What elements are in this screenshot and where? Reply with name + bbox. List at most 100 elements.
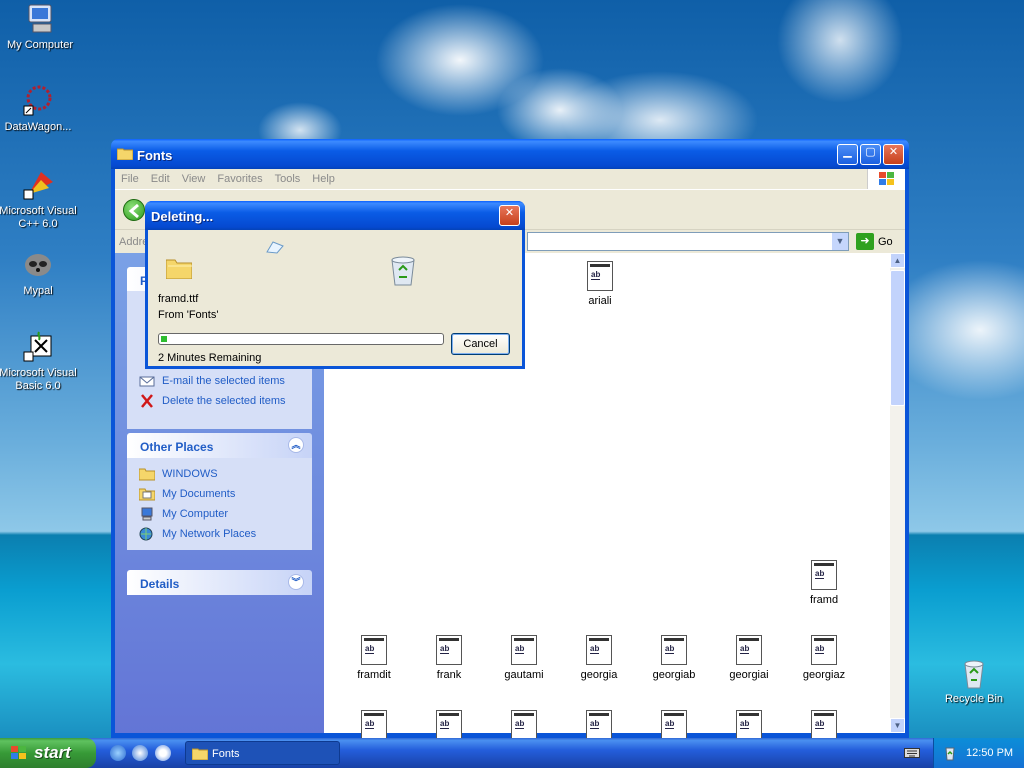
windows-logo-icon bbox=[867, 169, 905, 189]
scroll-down-button[interactable]: ▼ bbox=[890, 718, 905, 733]
menu-file[interactable]: File bbox=[115, 169, 145, 185]
file-item[interactable]: georgia bbox=[569, 635, 629, 681]
file-name: frank bbox=[436, 669, 462, 681]
file-name: georgiaz bbox=[802, 669, 846, 681]
email-icon[interactable] bbox=[132, 745, 148, 761]
font-file-icon bbox=[361, 635, 387, 665]
menu-edit[interactable]: Edit bbox=[145, 169, 176, 185]
font-file-icon bbox=[587, 261, 613, 291]
place-label: My Network Places bbox=[162, 528, 257, 540]
menu-bar: File Edit View Favorites Tools Help bbox=[115, 169, 905, 189]
file-item[interactable]: ariali bbox=[570, 261, 630, 307]
maximize-button[interactable]: ▢ bbox=[860, 144, 881, 165]
window-titlebar[interactable]: Fonts ▁ ▢ ✕ bbox=[111, 139, 909, 169]
datawagon-icon bbox=[21, 84, 55, 118]
file-item[interactable]: gautami bbox=[494, 635, 554, 681]
place-my-computer[interactable]: My Computer bbox=[139, 504, 312, 524]
taskbar-item-fonts[interactable]: Fonts bbox=[185, 741, 340, 765]
place-windows[interactable]: WINDOWS bbox=[138, 464, 312, 484]
maximize-icon: ▢ bbox=[865, 146, 876, 158]
desktop-icon-label: Microsoft Visual Basic 6.0 bbox=[0, 367, 77, 392]
source-folder-icon bbox=[165, 257, 193, 280]
file-item[interactable]: framdit bbox=[344, 635, 404, 681]
font-file-icon bbox=[586, 710, 612, 740]
start-button[interactable]: start bbox=[0, 738, 96, 768]
file-name: framdit bbox=[357, 669, 391, 681]
font-file-icon bbox=[436, 710, 462, 740]
delete-progress-bar bbox=[158, 333, 444, 345]
cancel-button[interactable]: Cancel bbox=[451, 333, 510, 355]
font-file-icon bbox=[811, 710, 837, 740]
chevron-up-icon[interactable]: ︽ bbox=[288, 437, 304, 453]
desktop-icon-visual-basic[interactable]: Microsoft Visual Basic 6.0 bbox=[0, 330, 78, 393]
go-button[interactable]: ➜ Go bbox=[856, 233, 893, 250]
desktop-icon-datawagon[interactable]: DataWagon... bbox=[0, 84, 78, 134]
start-label: start bbox=[34, 743, 71, 762]
font-file-icon bbox=[511, 710, 537, 740]
task-label: E-mail the selected items bbox=[162, 375, 285, 387]
minimize-icon: ▁ bbox=[843, 146, 852, 158]
scroll-up-button[interactable]: ▲ bbox=[890, 253, 905, 268]
internet-explorer-icon[interactable] bbox=[110, 745, 126, 761]
recycle-tray-icon[interactable] bbox=[942, 745, 958, 761]
dialog-titlebar[interactable]: Deleting... ✕ bbox=[145, 201, 525, 230]
chevron-down-icon[interactable]: ▼ bbox=[832, 233, 848, 250]
desktop-icon-visual-cpp[interactable]: Microsoft Visual C++ 6.0 bbox=[0, 168, 78, 231]
task-email-selected[interactable]: E-mail the selected items bbox=[139, 371, 312, 391]
visual-basic-icon bbox=[21, 330, 55, 364]
window-title: Fonts bbox=[137, 148, 173, 163]
minimize-button[interactable]: ▁ bbox=[837, 144, 858, 165]
email-icon bbox=[139, 374, 155, 388]
address-field[interactable]: ▼ bbox=[527, 232, 849, 251]
other-places-panel: Other Places ︽ WINDOWS My Documents My C… bbox=[127, 433, 312, 550]
system-tray: 12:50 PM bbox=[933, 738, 1024, 768]
file-name: georgiai bbox=[729, 669, 769, 681]
media-player-icon[interactable] bbox=[155, 745, 171, 761]
vertical-scrollbar[interactable]: ▲ ▼ bbox=[890, 253, 905, 733]
go-arrow-icon: ➜ bbox=[856, 233, 874, 250]
close-icon: ✕ bbox=[888, 146, 899, 158]
file-item[interactable]: georgiab bbox=[644, 635, 704, 681]
file-item[interactable]: frank bbox=[419, 635, 479, 681]
recycle-bin-icon bbox=[957, 656, 991, 690]
menu-tools[interactable]: Tools bbox=[269, 169, 307, 185]
file-item[interactable]: georgiaz bbox=[794, 635, 854, 681]
raccoon-icon bbox=[21, 248, 55, 282]
menu-favorites[interactable]: Favorites bbox=[211, 169, 268, 185]
computer-icon bbox=[139, 507, 155, 521]
close-button[interactable]: ✕ bbox=[883, 144, 904, 165]
clock[interactable]: 12:50 PM bbox=[966, 747, 1013, 759]
task-delete-selected[interactable]: Delete the selected items bbox=[139, 391, 312, 411]
go-label: Go bbox=[878, 235, 893, 248]
taskbar-item-label: Fonts bbox=[212, 748, 240, 760]
deleting-source: From 'Fonts' bbox=[158, 309, 219, 321]
back-button[interactable] bbox=[123, 199, 145, 221]
details-header[interactable]: Details ︾ bbox=[127, 570, 312, 595]
font-file-icon bbox=[511, 635, 537, 665]
place-my-network-places[interactable]: My Network Places bbox=[139, 524, 312, 544]
other-places-body: WINDOWS My Documents My Computer My Netw… bbox=[127, 458, 312, 550]
font-file-icon bbox=[736, 710, 762, 740]
menu-view[interactable]: View bbox=[176, 169, 212, 185]
scroll-thumb[interactable] bbox=[890, 270, 905, 406]
menu-help[interactable]: Help bbox=[306, 169, 341, 185]
dialog-close-button[interactable]: ✕ bbox=[499, 205, 520, 226]
desktop-icon-label: Mypal bbox=[23, 285, 53, 297]
dialog-title: Deleting... bbox=[151, 209, 214, 224]
other-places-header[interactable]: Other Places ︽ bbox=[127, 433, 312, 458]
folder-icon bbox=[116, 147, 134, 161]
desktop-icon-recycle-bin[interactable]: Recycle Bin bbox=[934, 656, 1014, 706]
deleting-filename: framd.ttf bbox=[158, 293, 199, 305]
desktop-icon-label: My Computer bbox=[6, 39, 74, 51]
desktop-icon-label: Recycle Bin bbox=[944, 693, 1004, 705]
desktop-icon-my-computer[interactable]: My Computer bbox=[0, 2, 80, 52]
details-title: Details bbox=[140, 577, 180, 591]
file-item[interactable]: framd bbox=[794, 560, 854, 606]
keyboard-icon[interactable] bbox=[904, 746, 920, 759]
deleting-dialog: Deleting... ✕ framd.ttf From 'Fonts' 2 M… bbox=[145, 201, 525, 369]
chevron-down-icon[interactable]: ︾ bbox=[288, 574, 304, 590]
place-my-documents[interactable]: My Documents bbox=[138, 484, 312, 504]
font-file-icon bbox=[436, 635, 462, 665]
file-item[interactable]: georgiai bbox=[719, 635, 779, 681]
desktop-icon-mypal[interactable]: Mypal bbox=[0, 248, 78, 298]
